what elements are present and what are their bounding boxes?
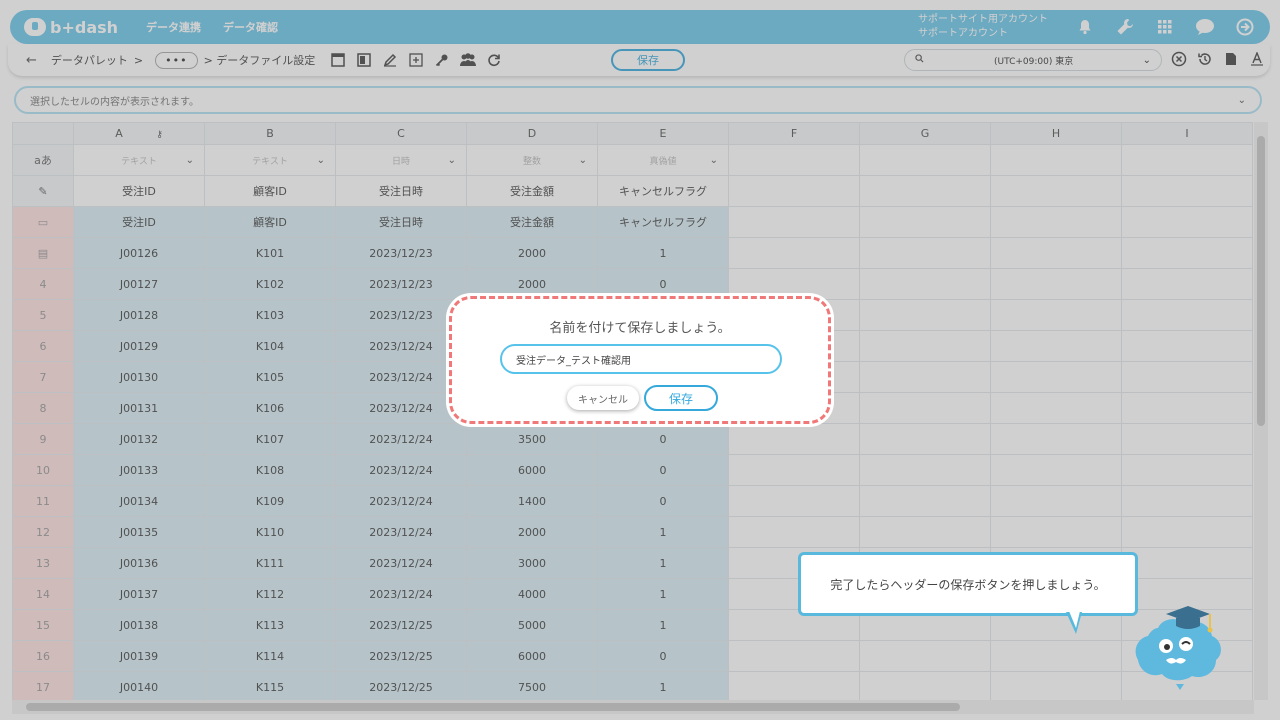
dialog-title: 名前を付けて保存しましょう。 bbox=[549, 321, 731, 336]
cancel-button[interactable]: キャンセル bbox=[567, 386, 639, 410]
guide-text: 完了したらヘッダーの保存ボタンを押しましょう。 bbox=[830, 577, 1106, 592]
guide-speech-bubble: 完了したらヘッダーの保存ボタンを押しましょう。 bbox=[798, 552, 1138, 616]
file-name-input[interactable] bbox=[500, 344, 782, 374]
mascot-icon bbox=[1135, 606, 1221, 690]
save-dialog: 名前を付けて保存しましょう。 キャンセル 保存 bbox=[449, 296, 831, 424]
save-button[interactable]: 保存 bbox=[644, 385, 718, 411]
